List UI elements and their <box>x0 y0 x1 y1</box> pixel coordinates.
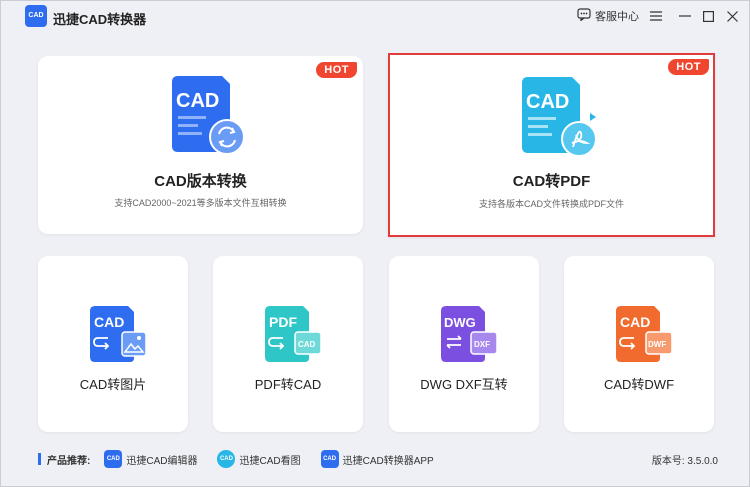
recommend-label: 产品推荐: <box>47 455 91 467</box>
minimize-icon <box>679 15 691 17</box>
minimize-button[interactable] <box>676 7 694 25</box>
menu-icon <box>650 11 662 21</box>
cad-to-image-icon: CAD <box>88 306 150 369</box>
footer: 产品推荐: CAD 迅捷CAD编辑器 CAD 迅捷CAD看图 CAD 迅捷CAD… <box>38 449 718 469</box>
recommend-item-cad-converter-app[interactable]: CAD 迅捷CAD转换器APP <box>320 450 434 468</box>
svg-text:CAD: CAD <box>176 90 219 112</box>
svg-text:CAD: CAD <box>526 91 569 113</box>
svg-text:CAD: CAD <box>94 314 124 330</box>
customer-service-button[interactable]: 客服中心 <box>577 8 639 24</box>
hot-badge: HOT <box>316 62 357 78</box>
svg-text:DXF: DXF <box>474 340 490 349</box>
svg-text:DWF: DWF <box>648 340 666 349</box>
recommend-item-cad-viewer[interactable]: CAD 迅捷CAD看图 <box>217 450 301 468</box>
card-title: PDF转CAD <box>254 377 322 392</box>
svg-text:PDF: PDF <box>269 314 297 330</box>
maximize-icon <box>702 10 714 22</box>
recommend-item-label: 迅捷CAD转换器APP <box>342 455 434 467</box>
card-cad-version-convert[interactable]: HOT CAD CAD版本转换 支持CAD2000~2021等多版本文件互相转换 <box>38 56 363 234</box>
recommend-item-label: 迅捷CAD看图 <box>239 455 301 467</box>
card-cad-to-image[interactable]: CAD CAD转图片 <box>38 256 188 432</box>
customer-service-label: 客服中心 <box>595 11 639 23</box>
card-pdf-to-cad[interactable]: PDF CAD PDF转CAD <box>213 256 363 432</box>
app-title: 迅捷CAD转换器 <box>53 12 147 27</box>
cad-version-icon: CAD <box>168 76 248 161</box>
app-window: CAD 迅捷CAD转换器 客服中心 HOT CAD CAD版本转换 支持CAD2… <box>0 0 750 487</box>
app-logo: CAD <box>25 5 47 27</box>
pdf-to-cad-icon: PDF CAD <box>263 306 325 369</box>
menu-button[interactable] <box>647 7 665 25</box>
footer-accent-bar <box>38 453 41 465</box>
cad-viewer-icon: CAD <box>217 450 236 468</box>
cad-to-pdf-icon: CAD <box>518 77 602 164</box>
svg-text:DWG: DWG <box>444 315 476 330</box>
card-title: DWG DXF互转 <box>420 377 508 392</box>
title-bar: CAD 迅捷CAD转换器 客服中心 <box>1 1 749 33</box>
cad-editor-icon: CAD <box>104 450 123 468</box>
maximize-button[interactable] <box>699 7 717 25</box>
card-cad-to-pdf[interactable]: HOT CAD CAD转PDF 支持各版本CAD文件转换成PDF文件 <box>388 53 715 237</box>
version-label: 版本号: 3.5.0.0 <box>651 455 718 467</box>
recommend-item-cad-editor[interactable]: CAD 迅捷CAD编辑器 <box>104 450 197 468</box>
card-title: CAD转图片 <box>79 377 147 392</box>
hot-badge: HOT <box>668 59 709 75</box>
card-dwg-dxf-convert[interactable]: DWG DXF DWG DXF互转 <box>389 256 539 432</box>
card-title: CAD转PDF <box>512 173 591 190</box>
cad-converter-app-icon: CAD <box>320 450 339 468</box>
card-description: 支持各版本CAD文件转换成PDF文件 <box>478 199 624 209</box>
card-description: 支持CAD2000~2021等多版本文件互相转换 <box>114 198 287 208</box>
dwg-dxf-icon: DWG DXF <box>439 306 501 369</box>
chat-icon <box>577 8 591 24</box>
card-cad-to-dwf[interactable]: CAD DWF CAD转DWF <box>564 256 714 432</box>
close-button[interactable] <box>723 7 741 25</box>
svg-text:CAD: CAD <box>298 340 316 349</box>
card-title: CAD转DWF <box>603 377 675 392</box>
close-icon <box>726 10 738 22</box>
svg-text:CAD: CAD <box>620 314 650 330</box>
cad-to-dwf-icon: CAD DWF <box>614 306 676 369</box>
recommend-item-label: 迅捷CAD编辑器 <box>126 455 198 467</box>
card-title: CAD版本转换 <box>154 173 247 190</box>
